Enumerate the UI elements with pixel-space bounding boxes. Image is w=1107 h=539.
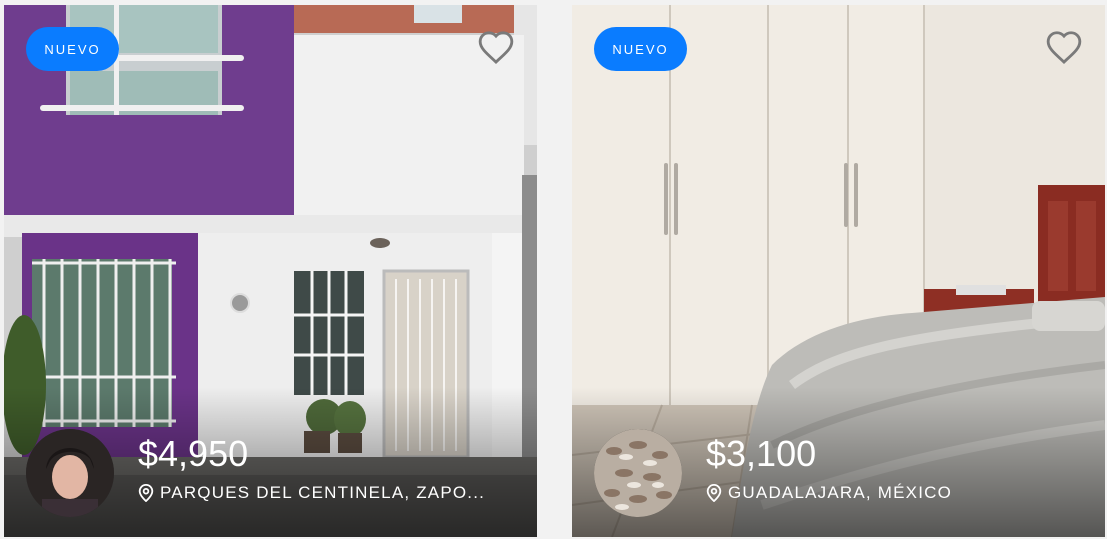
new-badge: NUEVO bbox=[594, 27, 687, 71]
listing-price: $3,100 bbox=[706, 433, 817, 474]
map-pin-icon bbox=[706, 484, 722, 502]
agent-avatar[interactable] bbox=[594, 429, 682, 517]
listing-location: GUADALAJARA, MÉXICO bbox=[706, 483, 1086, 503]
listing-location: PARQUES DEL CENTINELA, ZAPO... bbox=[138, 483, 518, 503]
listing-price: $4,950 bbox=[138, 433, 249, 474]
heart-outline-icon[interactable] bbox=[477, 29, 515, 65]
location-text: PARQUES DEL CENTINELA, ZAPO... bbox=[160, 483, 486, 502]
heart-outline-icon[interactable] bbox=[1045, 29, 1083, 65]
location-text: GUADALAJARA, MÉXICO bbox=[728, 483, 953, 502]
listing-card[interactable]: NUEVO $4,950 PARQUES DEL CENTINELA, ZAPO… bbox=[4, 5, 537, 537]
map-pin-icon bbox=[138, 484, 154, 502]
listing-card[interactable]: NUEVO $3,100 GUADALAJARA, MÉXICO bbox=[572, 5, 1105, 537]
agent-avatar[interactable] bbox=[26, 429, 114, 517]
new-badge: NUEVO bbox=[26, 27, 119, 71]
